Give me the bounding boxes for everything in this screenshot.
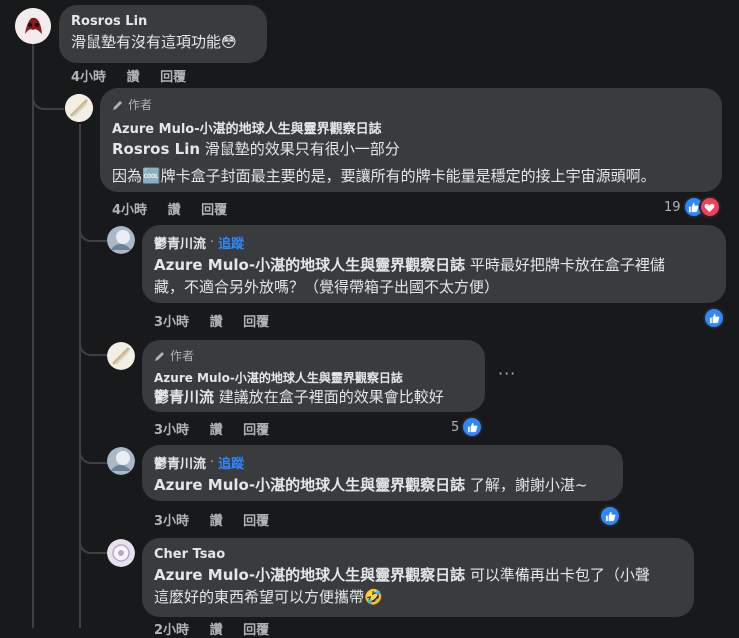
pencil-icon bbox=[113, 100, 122, 110]
mention-tag[interactable]: Azure Mulo-小湛的地球人生與靈界觀察日誌 bbox=[154, 476, 465, 494]
like-button[interactable]: 讚 bbox=[210, 623, 223, 638]
comment-header: 鬱青川流 · 追蹤 bbox=[154, 233, 714, 252]
like-icon bbox=[599, 505, 621, 527]
follow-button[interactable]: 追蹤 bbox=[218, 233, 244, 252]
comment-text-line2: 藏，不適合另外放嗎？（覺得帶箱子出國不太方便） bbox=[154, 278, 500, 296]
avatar[interactable] bbox=[65, 94, 93, 122]
like-icon bbox=[703, 307, 725, 329]
separator-dot: · bbox=[210, 235, 215, 250]
commenter-name[interactable]: Azure Mulo-小湛的地球人生與靈界觀察日誌 bbox=[154, 369, 473, 386]
commenter-name[interactable]: Cher Tsao bbox=[154, 547, 682, 562]
like-button[interactable]: 讚 bbox=[168, 203, 181, 218]
reaction-summary[interactable] bbox=[703, 307, 725, 329]
comment-actions: 2小時 讚 回覆 bbox=[154, 619, 285, 638]
follow-button[interactable]: 追蹤 bbox=[218, 453, 244, 472]
reaction-summary[interactable]: 19 bbox=[664, 196, 721, 218]
avatar[interactable] bbox=[107, 539, 135, 567]
comment-text: Rosros Lin 滑鼠墊的效果只有很小一部分 bbox=[112, 140, 400, 158]
comment-actions: 3小時 讚 回覆 bbox=[154, 311, 285, 330]
thread-connector bbox=[32, 86, 64, 110]
thread-connector bbox=[79, 222, 109, 242]
commenter-name[interactable]: Rosros Lin bbox=[71, 14, 255, 29]
separator-dot: · bbox=[210, 455, 215, 470]
comment-bubble: 作者 Azure Mulo-小湛的地球人生與靈界觀察日誌 Rosros Lin … bbox=[100, 88, 722, 192]
comment-actions: 4小時 讚 回覆 bbox=[71, 66, 202, 85]
reaction-summary[interactable] bbox=[599, 505, 621, 527]
comment-header: 鬱青川流 · 追蹤 bbox=[154, 453, 611, 472]
avatar[interactable] bbox=[15, 8, 51, 44]
comment-time[interactable]: 3小時 bbox=[154, 315, 189, 330]
comment-bubble: 鬱青川流 · 追蹤 Azure Mulo-小湛的地球人生與靈界觀察日誌 平時最好… bbox=[142, 225, 726, 303]
reply-button[interactable]: 回覆 bbox=[243, 315, 269, 330]
comment-time[interactable]: 2小時 bbox=[154, 623, 189, 638]
thread-connector bbox=[79, 530, 109, 554]
thread-line-reply bbox=[79, 124, 81, 628]
avatar[interactable] bbox=[107, 342, 135, 370]
comment-text-line2: 這麼好的東西希望可以方便攜帶🤣 bbox=[154, 588, 383, 606]
comment-text: Azure Mulo-小湛的地球人生與靈界觀察日誌 了解，謝謝小湛~ bbox=[154, 476, 588, 494]
comment-actions: 3小時 讚 回覆 bbox=[154, 510, 285, 529]
comment-text: 鬱青川流 建議放在盒子裡面的效果會比較好 bbox=[154, 388, 444, 406]
like-button[interactable]: 讚 bbox=[127, 70, 140, 85]
mention-tag[interactable]: 鬱青川流 bbox=[154, 388, 214, 406]
pencil-icon bbox=[155, 351, 164, 361]
comment-bubble: 鬱青川流 · 追蹤 Azure Mulo-小湛的地球人生與靈界觀察日誌 了解，謝… bbox=[142, 445, 623, 501]
like-button[interactable]: 讚 bbox=[210, 423, 223, 438]
author-badge: 作者 bbox=[112, 96, 710, 113]
commenter-name[interactable]: Azure Mulo-小湛的地球人生與靈界觀察日誌 bbox=[112, 118, 710, 137]
comment-text: Azure Mulo-小湛的地球人生與靈界觀察日誌 平時最好把牌卡放在盒子裡儲 bbox=[154, 256, 665, 274]
reply-button[interactable]: 回覆 bbox=[243, 623, 269, 638]
reaction-count: 19 bbox=[664, 199, 681, 215]
reply-button[interactable]: 回覆 bbox=[243, 423, 269, 438]
comment-bubble: Rosros Lin 滑鼠墊有沒有這項功能😳 bbox=[59, 5, 267, 63]
comment-time[interactable]: 3小時 bbox=[154, 423, 189, 438]
avatar[interactable] bbox=[107, 226, 135, 254]
more-options-button[interactable]: ··· bbox=[498, 364, 516, 383]
thread-connector bbox=[79, 440, 109, 464]
mention-tag[interactable]: Azure Mulo-小湛的地球人生與靈界觀察日誌 bbox=[154, 566, 465, 584]
reaction-count: 5 bbox=[451, 419, 460, 435]
comment-time[interactable]: 4小時 bbox=[112, 203, 147, 218]
avatar[interactable] bbox=[107, 447, 135, 475]
comment-text: 滑鼠墊有沒有這項功能😳 bbox=[71, 33, 237, 51]
love-icon bbox=[698, 196, 721, 218]
comment-bubble: Cher Tsao Azure Mulo-小湛的地球人生與靈界觀察日誌 可以準備… bbox=[142, 538, 694, 617]
like-icon bbox=[461, 416, 484, 438]
commenter-name[interactable]: 鬱青川流 bbox=[154, 233, 206, 252]
like-button[interactable]: 讚 bbox=[210, 514, 223, 529]
like-button[interactable]: 讚 bbox=[210, 315, 223, 330]
comment-time[interactable]: 3小時 bbox=[154, 514, 189, 529]
thread-connector bbox=[79, 332, 109, 356]
comment-actions: 4小時 讚 回覆 bbox=[112, 199, 243, 218]
author-badge: 作者 bbox=[154, 347, 473, 364]
reply-button[interactable]: 回覆 bbox=[243, 514, 269, 529]
comment-time[interactable]: 4小時 bbox=[71, 70, 106, 85]
reply-button[interactable]: 回覆 bbox=[160, 70, 186, 85]
comment-actions: 3小時 讚 回覆 bbox=[154, 419, 285, 438]
comment-bubble: 作者 Azure Mulo-小湛的地球人生與靈界觀察日誌 鬱青川流 建議放在盒子… bbox=[142, 340, 485, 412]
mention-tag[interactable]: Rosros Lin bbox=[112, 140, 200, 158]
thread-line-main bbox=[32, 44, 34, 628]
mention-tag[interactable]: Azure Mulo-小湛的地球人生與靈界觀察日誌 bbox=[154, 256, 465, 274]
comment-text-line2: 因為🆒牌卡盒子封面最主要的是，要讓所有的牌卡能量是穩定的接上宇宙源頭啊。 bbox=[112, 167, 656, 185]
reaction-summary[interactable]: 5 bbox=[451, 416, 484, 438]
commenter-name[interactable]: 鬱青川流 bbox=[154, 453, 206, 472]
comment-text: Azure Mulo-小湛的地球人生與靈界觀察日誌 可以準備再出卡包了（小聲 bbox=[154, 566, 650, 584]
reply-button[interactable]: 回覆 bbox=[201, 203, 227, 218]
